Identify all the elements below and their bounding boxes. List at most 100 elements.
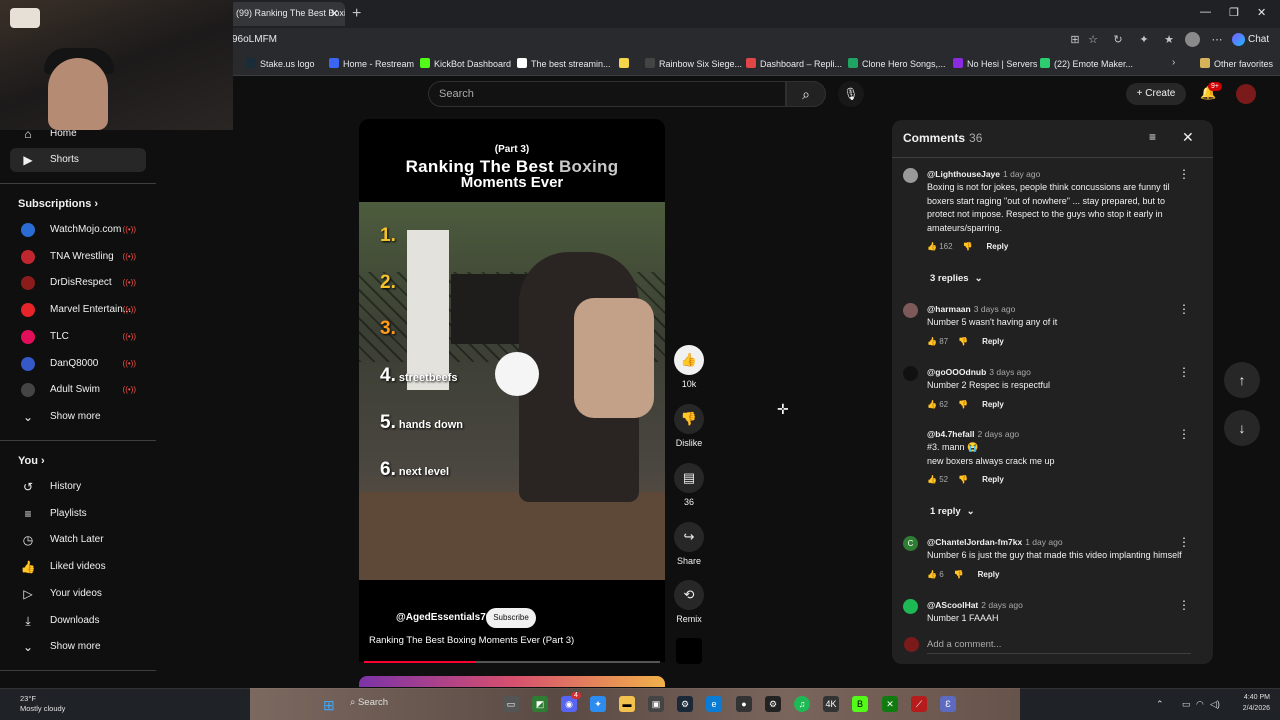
app-icon[interactable]: ⟋ bbox=[911, 696, 927, 712]
you-heading[interactable]: You › bbox=[18, 455, 45, 467]
editor-icon[interactable]: Ɛ bbox=[940, 696, 956, 712]
more-vert-icon[interactable]: ⋮ bbox=[1178, 302, 1190, 316]
more-vert-icon[interactable]: ⋮ bbox=[1178, 598, 1190, 612]
network-icon[interactable]: ▭ bbox=[1182, 699, 1191, 710]
bookmark-item[interactable]: Clone Hero Songs,... bbox=[848, 58, 946, 70]
share-button[interactable]: ↪ Share bbox=[672, 522, 706, 566]
sidebar-item-subscription[interactable]: TLC ((•)) bbox=[10, 325, 146, 349]
profile-icon[interactable] bbox=[1185, 32, 1200, 47]
replies-toggle[interactable]: 3 replies ⌄ bbox=[930, 273, 983, 284]
sound-thumbnail[interactable] bbox=[676, 638, 702, 664]
subscribe-button[interactable]: Subscribe bbox=[486, 608, 536, 628]
store-icon[interactable]: ▣ bbox=[648, 696, 664, 712]
next-short-preview[interactable] bbox=[359, 676, 665, 687]
tray-expand-icon[interactable]: ⌃ bbox=[1156, 699, 1164, 710]
avatar[interactable] bbox=[1236, 84, 1256, 104]
progress-bar[interactable] bbox=[364, 661, 660, 663]
sidebar-item-subscription[interactable]: DrDisRespect ((•)) bbox=[10, 271, 146, 295]
thumbs-up-icon[interactable]: 👍 bbox=[927, 570, 939, 579]
comment-author[interactable]: @goOOOdnub 3 days ago bbox=[927, 367, 1031, 377]
sidebar-item-subscription[interactable]: DanQ8000 ((•)) bbox=[10, 352, 146, 376]
dislike-button[interactable]: 👎 Dislike bbox=[672, 404, 706, 448]
other-favorites[interactable]: Other favorites bbox=[1200, 58, 1273, 70]
extensions-icon[interactable]: ✦ bbox=[1136, 32, 1152, 48]
thumbs-up-icon[interactable]: 👍 bbox=[927, 337, 939, 346]
wifi-icon[interactable]: ◠ bbox=[1196, 699, 1204, 710]
minimize-icon[interactable]: — bbox=[1200, 6, 1211, 18]
voice-search-button[interactable]: 🎙 bbox=[838, 81, 864, 107]
short-title[interactable]: Ranking The Best Boxing Moments Ever (Pa… bbox=[369, 635, 574, 646]
sidebar-item-you[interactable]: ↺ History bbox=[10, 475, 146, 499]
copilot-app-icon[interactable]: ✦ bbox=[590, 696, 606, 712]
sort-icon[interactable]: ≡ bbox=[1149, 130, 1156, 144]
channel-name[interactable]: @AgedEssentials70 bbox=[396, 612, 491, 623]
subscriptions-heading[interactable]: Subscriptions › bbox=[18, 198, 98, 210]
browser-tab[interactable]: (99) Ranking The Best Boxing ✕ bbox=[230, 2, 345, 26]
search-input[interactable]: Search bbox=[428, 81, 786, 107]
previous-short-button[interactable]: ↑ bbox=[1224, 362, 1260, 398]
tab-close-icon[interactable]: ✕ bbox=[330, 7, 339, 20]
bookmark-item[interactable]: The best streamin... bbox=[517, 58, 611, 70]
reply-button[interactable]: Reply bbox=[978, 570, 1000, 579]
nvidia-icon[interactable]: ◩ bbox=[532, 696, 548, 712]
thumbs-up-icon[interactable]: 👍 bbox=[927, 475, 939, 484]
thumbs-down-icon[interactable]: 👎 bbox=[958, 400, 968, 409]
sidebar-item-you[interactable]: ⤓ Downloads bbox=[10, 609, 146, 633]
like-button[interactable]: 👍 10k bbox=[672, 345, 706, 389]
refresh-icon[interactable]: ↻ bbox=[1110, 32, 1126, 48]
windows-start-icon[interactable]: ⊞ bbox=[323, 697, 339, 713]
favorite-star-icon[interactable]: ☆ bbox=[1085, 32, 1101, 48]
sidebar-item-subscription[interactable]: WatchMojo.com ((•)) bbox=[10, 218, 146, 242]
next-short-button[interactable]: ↓ bbox=[1224, 410, 1260, 446]
create-button[interactable]: + Create bbox=[1126, 83, 1186, 105]
menu-dots-icon[interactable]: ⋯ bbox=[1209, 32, 1225, 48]
remix-button[interactable]: ⟲ Remix bbox=[672, 580, 706, 624]
sidebar-item-you[interactable]: ◷ Watch Later bbox=[10, 528, 146, 552]
steam-icon[interactable]: ⚙ bbox=[677, 696, 693, 712]
thumbs-down-icon[interactable]: 👎 bbox=[958, 475, 968, 484]
sidebar-item-subscription[interactable]: TNA Wrestling ((•)) bbox=[10, 245, 146, 269]
more-vert-icon[interactable]: ⋮ bbox=[1178, 427, 1190, 441]
thumbs-down-icon[interactable]: 👎 bbox=[963, 242, 973, 251]
4k-app-icon[interactable]: 4K bbox=[823, 696, 839, 712]
more-vert-icon[interactable]: ⋮ bbox=[1178, 167, 1190, 181]
window-close-icon[interactable]: ✕ bbox=[1257, 6, 1266, 19]
comments-button[interactable]: ▤ 36 bbox=[672, 463, 706, 507]
more-vert-icon[interactable]: ⋮ bbox=[1178, 365, 1190, 379]
copilot-chat-button[interactable]: Chat bbox=[1232, 31, 1269, 49]
bookmark-item[interactable]: Home - Restream bbox=[329, 58, 414, 70]
edge-icon[interactable]: e bbox=[706, 696, 722, 712]
sidebar-item-you[interactable]: 👍 Liked videos bbox=[10, 555, 146, 579]
favorites-icon[interactable]: ★ bbox=[1161, 32, 1177, 48]
taskbar-search[interactable]: ⌕ Search bbox=[350, 697, 388, 708]
bookmark-item[interactable]: KickBot Dashboard bbox=[420, 58, 511, 70]
spotify-icon[interactable]: ♫ bbox=[794, 696, 810, 712]
reply-button[interactable]: Reply bbox=[982, 337, 1004, 346]
comment-author[interactable]: @LighthouseJaye 1 day ago bbox=[927, 169, 1040, 179]
thumbs-up-icon[interactable]: 👍 bbox=[927, 400, 939, 409]
sidebar-item-subscription[interactable]: Marvel Entertain... ((•)) bbox=[10, 298, 146, 322]
task-view-icon[interactable]: ▭ bbox=[503, 696, 519, 712]
video-frame[interactable] bbox=[359, 202, 665, 580]
thumbs-up-icon[interactable]: 👍 bbox=[927, 242, 939, 251]
restore-icon[interactable]: ❐ bbox=[1229, 6, 1239, 19]
bookmark-item[interactable] bbox=[619, 58, 633, 70]
close-icon[interactable]: ✕ bbox=[1182, 129, 1194, 146]
bookmarks-overflow-icon[interactable]: › bbox=[1172, 57, 1175, 68]
xbox-icon[interactable]: ✕ bbox=[882, 696, 898, 712]
subscriptions-show-more[interactable]: ⌄ Show more bbox=[10, 405, 146, 429]
add-comment-input[interactable]: Add a comment... bbox=[927, 639, 1001, 650]
file-explorer-icon[interactable]: ▬ bbox=[619, 696, 635, 712]
more-vert-icon[interactable]: ⋮ bbox=[1178, 535, 1190, 549]
thumbs-down-icon[interactable]: 👎 bbox=[954, 570, 964, 579]
reply-button[interactable]: Reply bbox=[982, 400, 1004, 409]
bookmark-item[interactable]: Stake.us logo bbox=[246, 58, 315, 70]
obs-icon[interactable]: ● bbox=[736, 696, 752, 712]
new-tab-icon[interactable]: + bbox=[352, 5, 361, 23]
bookmark-item[interactable]: (22) Emote Maker... bbox=[1040, 58, 1133, 70]
reply-button[interactable]: Reply bbox=[982, 475, 1004, 484]
comment-author[interactable]: @harmaan 3 days ago bbox=[927, 304, 1015, 314]
comment-author[interactable]: @ChantelJordan-fm7kx 1 day ago bbox=[927, 537, 1063, 547]
sidebar-item-subscription[interactable]: Adult Swim ((•)) bbox=[10, 378, 146, 402]
reply-button[interactable]: Reply bbox=[987, 242, 1009, 251]
